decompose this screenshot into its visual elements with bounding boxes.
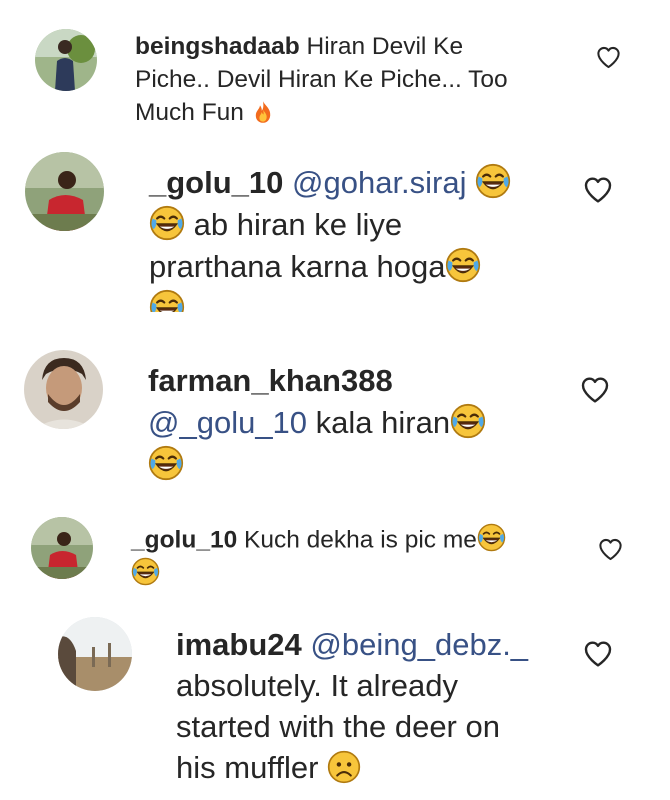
- tears-of-joy-emoji: [445, 247, 481, 283]
- tears-of-joy-emoji: [450, 403, 486, 439]
- comment-body-line: Hiran Devil Ke: [306, 33, 464, 60]
- comment-text: beingshadaab Hiran Devil Ke Piche.. Devi…: [135, 30, 555, 129]
- comment-body-line: started with the deer on: [176, 709, 500, 744]
- heart-icon[interactable]: [582, 174, 614, 206]
- heart-icon[interactable]: [595, 44, 622, 71]
- comment-text: _golu_10 @gohar.siraj ab hiran ke liye p…: [149, 162, 569, 312]
- tears-of-joy-emoji: [149, 289, 185, 312]
- comment-item: beingshadaab Hiran Devil Ke Piche.. Devi…: [0, 0, 670, 140]
- tears-of-joy-emoji: [475, 163, 511, 199]
- avatar[interactable]: [31, 517, 93, 579]
- tears-of-joy-emoji: [131, 557, 160, 586]
- comment-text: imabu24 @being_debz._ absolutely. It alr…: [176, 624, 596, 788]
- comment-mention[interactable]: @_golu_10: [148, 405, 307, 440]
- avatar[interactable]: [25, 152, 104, 231]
- comment-body-line: his muffler: [176, 750, 319, 785]
- tears-of-joy-emoji: [148, 445, 184, 481]
- heart-icon[interactable]: [579, 374, 611, 406]
- comment-mention[interactable]: @gohar.siraj: [292, 165, 467, 200]
- comment-item: _golu_10 @gohar.siraj ab hiran ke liye p…: [0, 140, 670, 312]
- comment-body-line: Piche.. Devil Hiran Ke Piche... Too: [135, 66, 508, 93]
- heart-icon[interactable]: [597, 536, 624, 563]
- fire-emoji: [251, 100, 275, 124]
- comment-mention[interactable]: @being_debz._: [310, 627, 528, 662]
- comment-username[interactable]: _golu_10: [149, 165, 283, 200]
- comment-item: _golu_10 Kuch dekha is pic me: [0, 505, 670, 605]
- comment-text: _golu_10 Kuch dekha is pic me: [131, 523, 571, 590]
- comment-item: imabu24 @being_debz._ absolutely. It alr…: [0, 610, 670, 800]
- comment-username[interactable]: _golu_10: [131, 527, 237, 554]
- sad-face-emoji: [327, 750, 361, 784]
- avatar[interactable]: [58, 617, 132, 691]
- comment-body-line: ab hiran ke liye: [193, 207, 403, 242]
- comment-text: farman_khan388 @_golu_10 kala hiran: [148, 360, 568, 486]
- comment-body-line: Kuch dekha is pic me: [244, 526, 477, 554]
- tears-of-joy-emoji: [477, 523, 506, 552]
- comment-body-line: prarthana karna hoga: [149, 249, 446, 284]
- comment-username[interactable]: beingshadaab: [135, 33, 300, 60]
- heart-icon[interactable]: [582, 638, 614, 670]
- avatar[interactable]: [35, 29, 97, 91]
- tears-of-joy-emoji: [149, 205, 185, 241]
- comment-body-line: Much Fun: [135, 99, 244, 126]
- comment-body-line: absolutely. It already: [176, 668, 459, 703]
- comment-item: farman_khan388 @_golu_10 kala hiran: [0, 340, 670, 490]
- comment-body-line: kala hiran: [315, 405, 451, 440]
- avatar[interactable]: [24, 350, 103, 429]
- comment-username[interactable]: imabu24: [176, 627, 302, 662]
- comment-username[interactable]: farman_khan388: [148, 363, 393, 398]
